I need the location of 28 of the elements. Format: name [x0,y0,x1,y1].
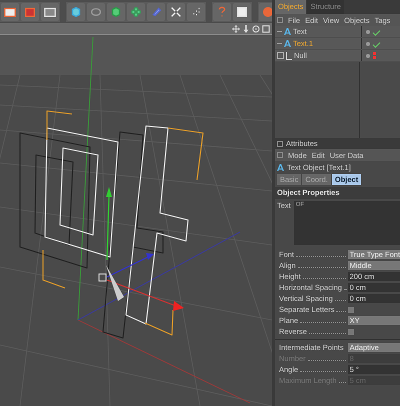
toolbar-button[interactable] [41,3,59,21]
toolbar-button[interactable] [87,3,105,21]
toolbar-button[interactable] [1,3,19,21]
toolbar-button[interactable] [127,3,145,21]
checkbox[interactable] [348,306,354,312]
grid-icon[interactable] [277,17,283,23]
text-object-icon [284,40,291,47]
toolbar-button[interactable] [67,3,85,21]
grid-icon[interactable] [277,152,283,158]
visibility-dot-icon[interactable] [366,30,370,34]
toolbar-button[interactable] [107,3,125,21]
rotate-icon[interactable] [252,24,260,33]
render-icon [261,5,272,19]
text-object-icon [284,28,291,35]
expand-icon[interactable] [277,52,284,59]
visibility-dot-icon[interactable] [366,54,370,58]
toolbar-button[interactable] [167,3,185,21]
viewport[interactable] [0,35,272,406]
maximize-icon[interactable] [262,24,270,33]
null-object-icon [286,52,292,60]
toolbar-button[interactable] [233,3,251,21]
flower-icon [129,5,143,19]
visibility-dot-icon[interactable] [366,42,370,46]
arrow-down-icon[interactable] [242,24,250,33]
move-icon[interactable] [232,24,240,33]
checkbox[interactable] [348,328,354,334]
text-object-icon [277,164,284,171]
render-status-icon[interactable] [373,52,376,59]
